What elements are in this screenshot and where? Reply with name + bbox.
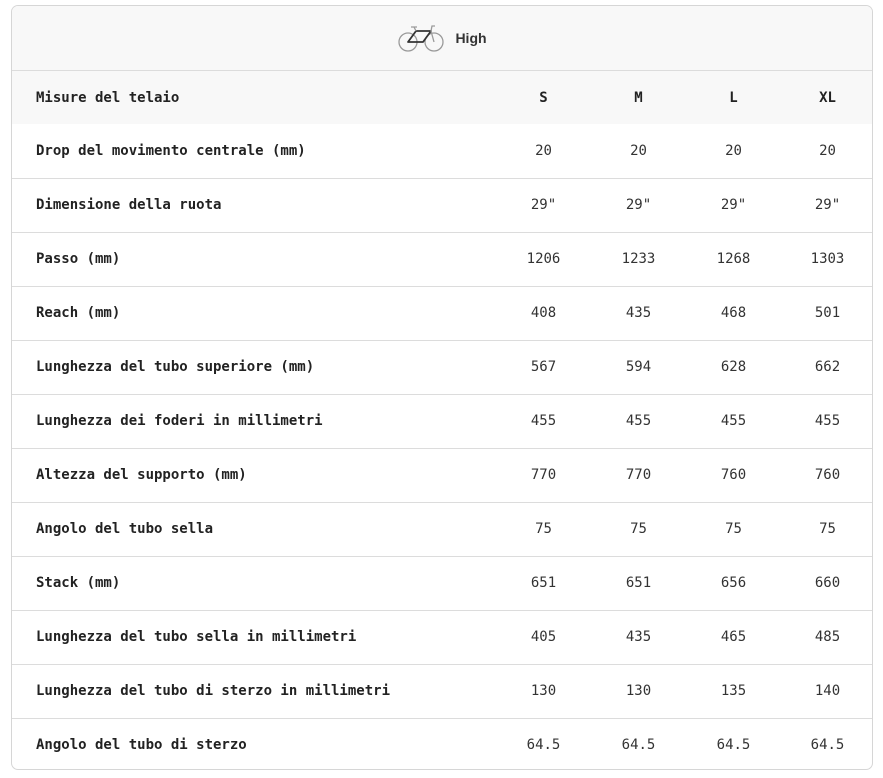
cell-value: 1206 — [526, 251, 561, 267]
header-size-xl: XL — [819, 89, 836, 106]
row-label: Lunghezza del tubo superiore (mm) — [36, 359, 315, 375]
row-label: Drop del movimento centrale (mm) — [36, 142, 306, 159]
cell-value: 660 — [814, 575, 841, 591]
cell-value: 29" — [625, 197, 652, 213]
row-label: Lunghezza del tubo sella in millimetri — [36, 629, 357, 645]
cell-value: 1233 — [621, 251, 656, 267]
cell-value: 468 — [720, 305, 747, 321]
cell-value: 435 — [625, 305, 652, 321]
row-label: Reach (mm) — [36, 305, 121, 321]
cell-value: 130 — [625, 683, 652, 699]
cell-value: 455 — [530, 413, 557, 429]
cell-value: 20 — [630, 142, 647, 159]
cell-value: 760 — [814, 467, 841, 483]
cell-value: 656 — [720, 575, 747, 591]
geometry-card: High Misure del telaio S M L XL Drop del… — [11, 5, 873, 770]
size-table: Misure del telaio S M L XL Drop del movi… — [12, 71, 872, 769]
cell-value: 455 — [720, 413, 747, 429]
cell-value: 455 — [625, 413, 652, 429]
cell-value: 435 — [625, 629, 652, 645]
table-row: Dimensione della ruota 29" 29" 29" 29" — [12, 178, 872, 232]
cell-value: 20 — [725, 142, 742, 159]
row-label: Altezza del supporto (mm) — [36, 467, 247, 483]
table-row: Reach (mm) 408 435 468 501 — [12, 286, 872, 340]
cell-value: 64.5 — [621, 737, 656, 754]
cell-value: 1303 — [810, 251, 845, 267]
row-label: Angolo del tubo di sterzo — [36, 737, 247, 754]
cell-value: 770 — [625, 467, 652, 483]
table-header-row: Misure del telaio S M L XL — [12, 71, 872, 124]
cell-value: 628 — [720, 359, 747, 375]
cell-value: 770 — [530, 467, 557, 483]
cell-value: 651 — [625, 575, 652, 591]
cell-value: 29" — [530, 197, 557, 213]
cell-value: 662 — [814, 359, 841, 375]
header-size-m: M — [634, 89, 643, 106]
cell-value: 75 — [630, 521, 647, 537]
row-label: Dimensione della ruota — [36, 197, 222, 213]
row-label: Lunghezza dei foderi in millimetri — [36, 413, 323, 429]
cell-value: 75 — [725, 521, 742, 537]
cell-value: 75 — [535, 521, 552, 537]
geometry-label: High — [455, 30, 487, 46]
header-size-l: L — [729, 89, 738, 106]
row-label: Angolo del tubo sella — [36, 521, 214, 537]
table-row: Lunghezza del tubo superiore (mm) 567 59… — [12, 340, 872, 394]
cell-value: 1268 — [716, 251, 751, 267]
cell-value: 760 — [720, 467, 747, 483]
table-row: Lunghezza dei foderi in millimetri 455 4… — [12, 394, 872, 448]
header-size-s: S — [539, 89, 548, 106]
cell-value: 485 — [814, 629, 841, 645]
geometry-selector[interactable]: High — [12, 6, 872, 71]
cell-value: 465 — [720, 629, 747, 645]
row-label: Stack (mm) — [36, 575, 121, 591]
table-row: Altezza del supporto (mm) 770 770 760 76… — [12, 448, 872, 502]
cell-value: 20 — [535, 142, 552, 159]
cell-value: 594 — [625, 359, 652, 375]
row-label: Passo (mm) — [36, 251, 121, 267]
cell-value: 130 — [530, 683, 557, 699]
table-row: Lunghezza del tubo sella in millimetri 4… — [12, 610, 872, 664]
header-frame-sizes: Misure del telaio — [36, 89, 180, 106]
table-row: Drop del movimento centrale (mm) 20 20 2… — [12, 124, 872, 178]
table-row: Angolo del tubo di sterzo 64.5 64.5 64.5… — [12, 718, 872, 769]
cell-value: 567 — [530, 359, 557, 375]
table-row: Passo (mm) 1206 1233 1268 1303 — [12, 232, 872, 286]
cell-value: 140 — [814, 683, 841, 699]
cell-value: 501 — [814, 305, 841, 321]
cell-value: 405 — [530, 629, 557, 645]
cell-value: 29" — [720, 197, 747, 213]
cell-value: 64.5 — [810, 737, 845, 754]
cell-value: 651 — [530, 575, 557, 591]
bike-icon — [397, 23, 445, 53]
cell-value: 408 — [530, 305, 557, 321]
table-row: Lunghezza del tubo di sterzo in millimet… — [12, 664, 872, 718]
cell-value: 64.5 — [526, 737, 561, 754]
cell-value: 20 — [819, 142, 836, 159]
table-row: Angolo del tubo sella 75 75 75 75 — [12, 502, 872, 556]
row-label: Lunghezza del tubo di sterzo in millimet… — [36, 683, 391, 699]
cell-value: 75 — [819, 521, 836, 537]
cell-value: 29" — [814, 197, 841, 213]
cell-value: 64.5 — [716, 737, 751, 754]
cell-value: 455 — [814, 413, 841, 429]
cell-value: 135 — [720, 683, 747, 699]
table-row: Stack (mm) 651 651 656 660 — [12, 556, 872, 610]
